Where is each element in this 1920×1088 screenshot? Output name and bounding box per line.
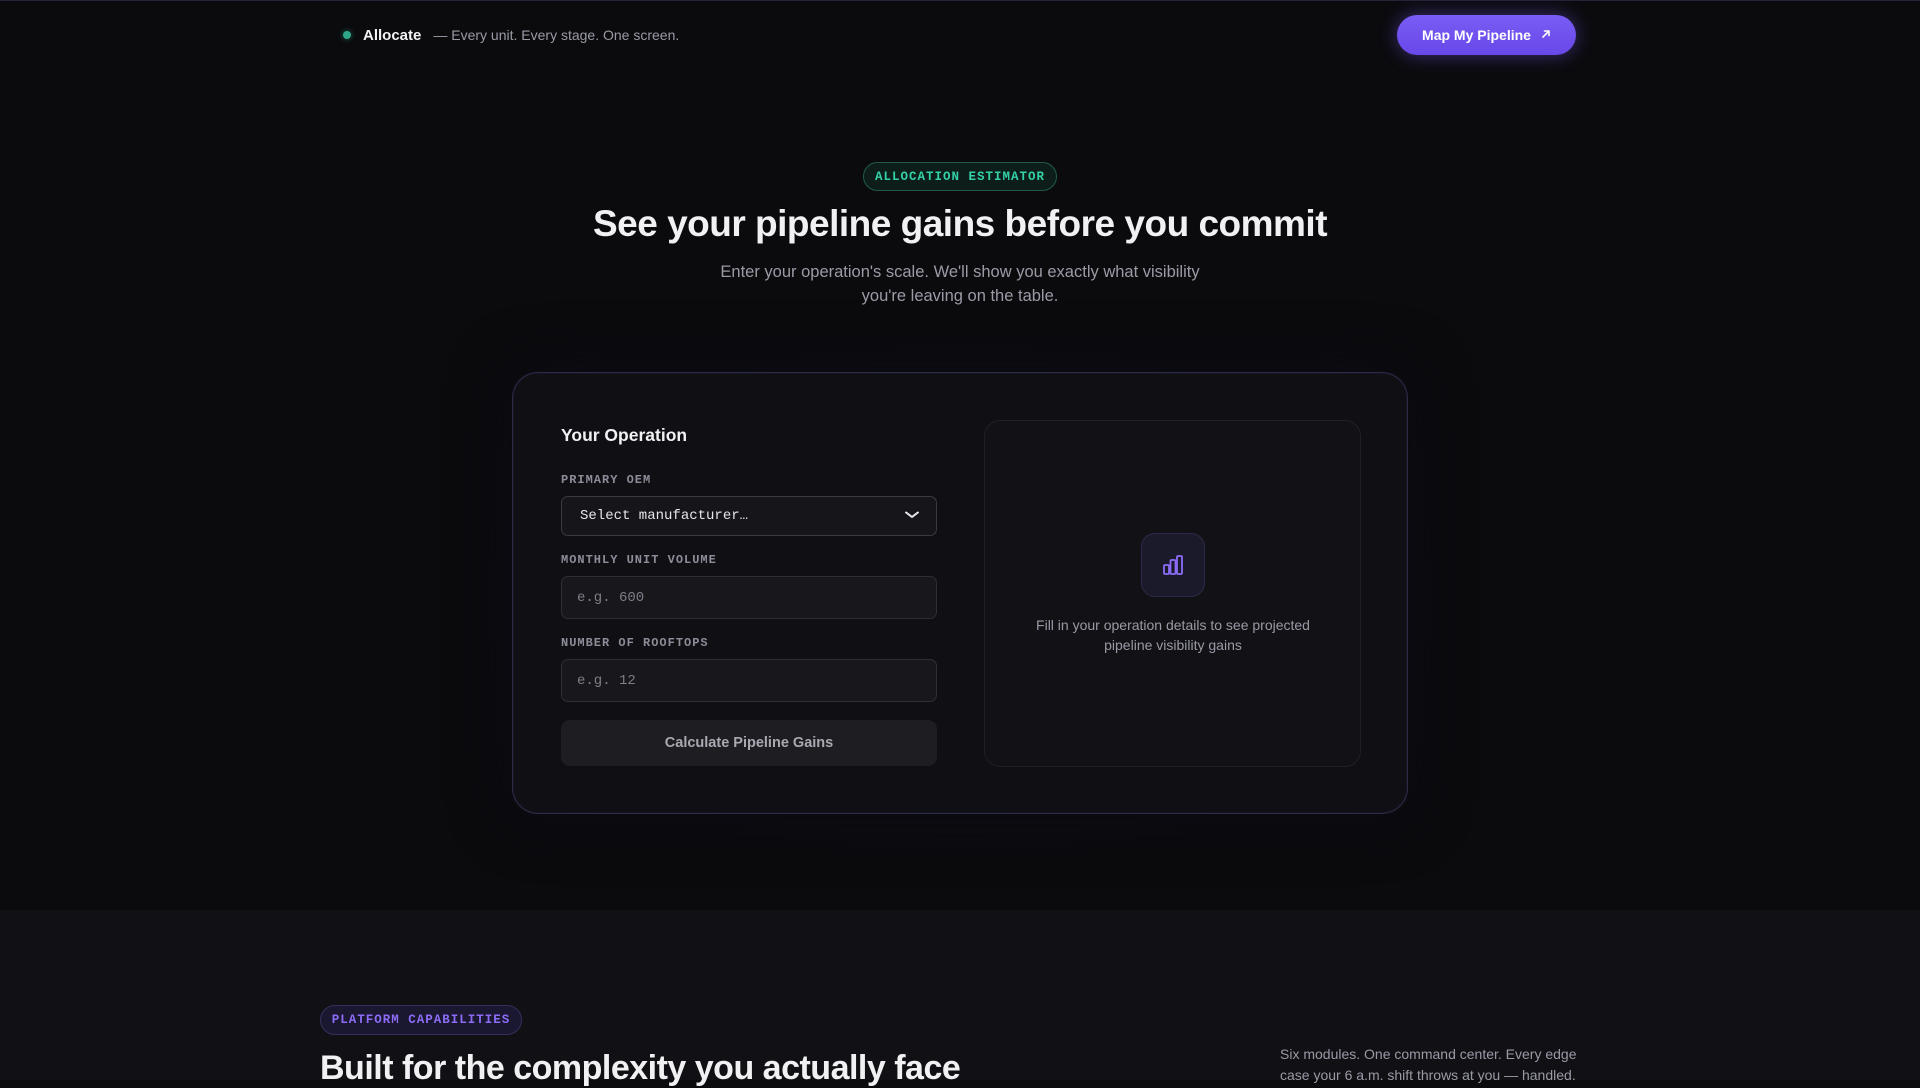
volume-input[interactable] (561, 576, 937, 619)
allocation-estimator-badge: ALLOCATION ESTIMATOR (863, 162, 1057, 191)
calculate-button[interactable]: Calculate Pipeline Gains (561, 720, 937, 766)
map-pipeline-button[interactable]: Map My Pipeline (1397, 15, 1576, 55)
oem-label: PRIMARY OEM (561, 473, 652, 487)
bar-chart-icon (1141, 533, 1205, 597)
oem-select[interactable]: Select manufacturer… (561, 496, 937, 536)
estimator-card: Your Operation PRIMARY OEM Select manufa… (512, 372, 1408, 814)
status-dot-icon (343, 31, 351, 39)
results-empty-text: Fill in your operation details to see pr… (1036, 617, 1310, 653)
platform-title: Built for the complexity you actually fa… (320, 1049, 961, 1087)
operation-title: Your Operation (561, 425, 688, 445)
platform-capabilities-badge: PLATFORM CAPABILITIES (320, 1005, 522, 1035)
rooftops-label: NUMBER OF ROOFTOPS (561, 636, 709, 650)
arrow-up-right-icon (1541, 29, 1551, 41)
hero-subtitle: Enter your operation's scale. We'll show… (720, 263, 1200, 305)
volume-label: MONTHLY UNIT VOLUME (561, 553, 717, 567)
site-header: Allocate — Every unit. Every stage. One … (0, 0, 1920, 70)
chevron-down-icon (904, 509, 920, 523)
rooftops-input[interactable] (561, 659, 937, 702)
brand[interactable]: Allocate — Every unit. Every stage. One … (343, 24, 679, 46)
brand-tagline: — Every unit. Every stage. One screen. (433, 27, 680, 43)
map-pipeline-label: Map My Pipeline (1422, 27, 1531, 43)
brand-name: Allocate (363, 26, 422, 44)
oem-selected-value: Select manufacturer… (580, 508, 749, 524)
results-panel: Fill in your operation details to see pr… (984, 420, 1361, 767)
hero-title: See your pipeline gains before you commi… (592, 203, 1328, 244)
platform-section: PLATFORM CAPABILITIES Built for the comp… (0, 910, 1920, 1087)
